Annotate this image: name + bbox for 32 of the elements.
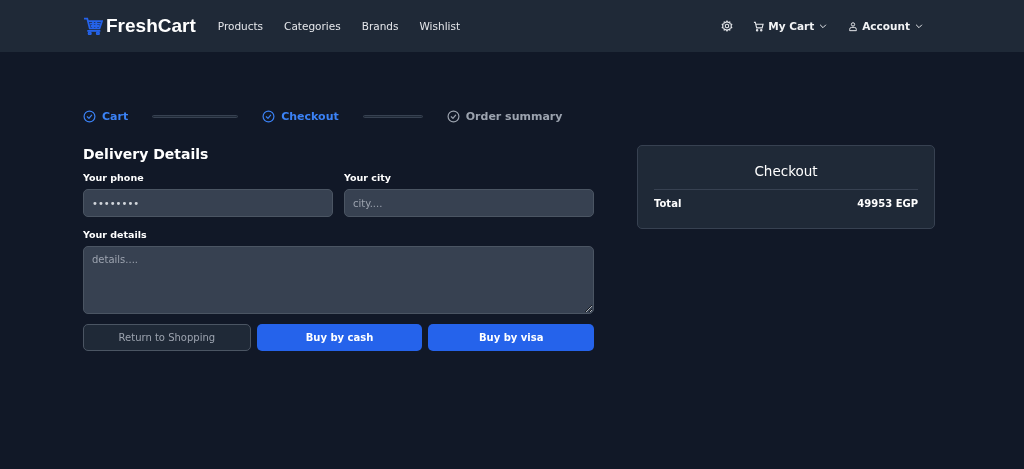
cart-icon xyxy=(753,20,765,32)
total-value: 49953 EGP xyxy=(857,198,918,209)
city-field[interactable]: city.... xyxy=(344,189,594,217)
check-circle-icon xyxy=(83,109,96,123)
details-field[interactable]: details.... xyxy=(83,246,594,314)
total-label: Total xyxy=(654,198,682,209)
nav-link[interactable]: Products xyxy=(217,20,264,32)
cart-logo-icon xyxy=(83,17,103,35)
chevron-down-icon xyxy=(914,21,924,31)
check-circle-icon xyxy=(446,109,460,123)
brand-name[interactable]: FreshCart xyxy=(106,15,196,37)
chevron-down-icon xyxy=(818,21,829,31)
nav-link[interactable]: Brands xyxy=(361,20,399,32)
phone-field[interactable]: •••••••• xyxy=(83,189,333,217)
check-circle-icon xyxy=(262,109,276,123)
step[interactable]: Cart xyxy=(83,109,129,123)
field-label: Your city xyxy=(344,172,392,183)
user-icon xyxy=(848,20,859,32)
cart-menu[interactable]: My Cart xyxy=(753,20,829,32)
buy-button[interactable]: Buy by cash xyxy=(256,324,423,351)
nav-link[interactable]: Wishlist xyxy=(419,20,461,32)
step[interactable]: Checkout xyxy=(262,109,339,123)
buy-button[interactable]: Buy by visa xyxy=(428,324,594,351)
section-title: Delivery Details xyxy=(83,146,210,164)
account-menu[interactable]: Account xyxy=(848,20,924,32)
field-label: Your phone xyxy=(83,172,145,183)
return-button[interactable]: Return to Shopping xyxy=(83,324,251,351)
nav-link[interactable]: Categories xyxy=(284,20,341,32)
step[interactable]: Order summary xyxy=(446,109,563,123)
card-title: Checkout xyxy=(753,163,819,181)
field-label: Your details xyxy=(83,229,148,240)
settings-icon[interactable] xyxy=(721,20,734,32)
